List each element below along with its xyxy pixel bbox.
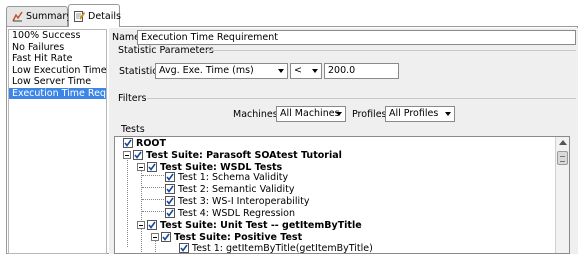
summary-chart-icon xyxy=(12,11,23,22)
tab-summary[interactable]: Summary xyxy=(6,6,72,26)
tree-row-label: Test 1: Schema Validity xyxy=(178,171,289,183)
tab-details-label: Details xyxy=(88,10,121,22)
list-item[interactable]: Fast Hit Rate xyxy=(9,53,106,65)
checkbox-checked[interactable] xyxy=(165,172,175,182)
checkbox-checked[interactable] xyxy=(147,162,157,172)
tree-line xyxy=(142,187,164,188)
list-item[interactable]: Low Execution Time xyxy=(9,65,106,77)
scroll-thumb[interactable] xyxy=(557,151,568,165)
collapse-icon[interactable] xyxy=(137,221,145,229)
name-field[interactable]: Execution Time Requirement xyxy=(137,30,576,45)
tree-line xyxy=(142,175,164,176)
tree-row-label: Test Suite: Positive Test xyxy=(174,231,303,243)
tree-row[interactable]: Test Suite: Parasoft SOAtest Tutorial xyxy=(123,149,342,161)
tree-row-root[interactable]: ROOT xyxy=(123,137,166,149)
checkbox-checked[interactable] xyxy=(147,220,157,230)
list-item[interactable]: Low Server Time xyxy=(9,76,106,88)
statistic-parameters-heading: Statistic Parameters xyxy=(118,45,214,56)
threshold-field[interactable]: 200.0 xyxy=(324,63,399,79)
machines-label: Machines xyxy=(233,109,278,120)
tab-summary-label: Summary xyxy=(26,11,72,22)
collapse-icon[interactable] xyxy=(123,151,131,159)
tree-row-label: Test Suite: Unit Test -- getItemByTitle xyxy=(160,219,362,231)
tests-heading: Tests xyxy=(121,124,145,135)
tree-scrollbar[interactable] xyxy=(555,137,569,253)
list-item[interactable]: No Failures xyxy=(9,42,106,54)
details-edit-icon xyxy=(74,10,85,22)
tab-bar: Summary Details xyxy=(0,0,584,27)
tree-row-label: ROOT xyxy=(136,137,166,149)
tree-row-label: Test 4: WSDL Regression xyxy=(178,207,296,219)
tree-line xyxy=(127,153,128,247)
checkbox-checked[interactable] xyxy=(179,243,189,253)
tree-row[interactable]: Test 1: getItemByTitle(getItemByTitle) xyxy=(179,242,373,254)
checkbox-checked[interactable] xyxy=(165,208,175,218)
collapse-icon[interactable] xyxy=(151,233,159,241)
machines-select-value: All Machines xyxy=(280,108,340,119)
tree-row[interactable]: Test 2: Semantic Validity xyxy=(165,183,294,195)
profiles-select[interactable]: All Profiles xyxy=(385,106,455,122)
filters-heading: Filters xyxy=(118,93,147,104)
statistic-select[interactable]: Avg. Exe. Time (ms) xyxy=(155,63,288,79)
scroll-up-icon[interactable] xyxy=(559,140,567,145)
tab-details[interactable]: Details xyxy=(68,4,121,27)
profiles-select-value: All Profiles xyxy=(389,108,439,119)
operator-select-value: < xyxy=(294,65,302,76)
list-item[interactable]: 100% Success xyxy=(9,30,106,42)
tree-line xyxy=(142,199,164,200)
statistic-select-value: Avg. Exe. Time (ms) xyxy=(159,65,254,76)
divider xyxy=(205,50,576,51)
requirement-list[interactable]: 100% Success No Failures Fast Hit Rate L… xyxy=(8,29,107,254)
collapse-icon[interactable] xyxy=(137,163,145,171)
tree-row-label: Test 1: getItemByTitle(getItemByTitle) xyxy=(192,242,373,254)
checkbox-checked[interactable] xyxy=(165,184,175,194)
checkbox-checked[interactable] xyxy=(133,150,143,160)
checkbox-checked[interactable] xyxy=(123,138,133,148)
tree-row[interactable]: Test 4: WSDL Regression xyxy=(165,207,295,219)
chevron-down-icon xyxy=(336,112,342,116)
operator-select[interactable]: < xyxy=(290,63,322,79)
tree-line xyxy=(142,211,164,212)
tree-row-label: Test 2: Semantic Validity xyxy=(178,183,295,195)
chevron-down-icon xyxy=(445,112,451,116)
list-item-selected[interactable]: Execution Time Requirement xyxy=(9,87,106,99)
checkbox-checked[interactable] xyxy=(161,232,171,242)
tree-row-label: Test 3: WS-I Interoperability xyxy=(178,195,310,207)
tree-row-label: Test Suite: Parasoft SOAtest Tutorial xyxy=(146,149,342,161)
name-label: Name xyxy=(112,32,141,43)
checkbox-checked[interactable] xyxy=(165,196,175,206)
profiles-label: Profiles xyxy=(352,109,387,120)
machines-select[interactable]: All Machines xyxy=(276,106,346,122)
chevron-down-icon xyxy=(312,69,318,73)
chevron-down-icon xyxy=(278,69,284,73)
tree-row[interactable]: Test 3: WS-I Interoperability xyxy=(165,195,309,207)
tree-row[interactable]: Test Suite: Unit Test -- getItemByTitle xyxy=(137,219,362,231)
tree-row[interactable]: Test 1: Schema Validity xyxy=(165,171,288,183)
divider xyxy=(147,98,576,99)
statistic-label: Statistic xyxy=(119,66,158,77)
